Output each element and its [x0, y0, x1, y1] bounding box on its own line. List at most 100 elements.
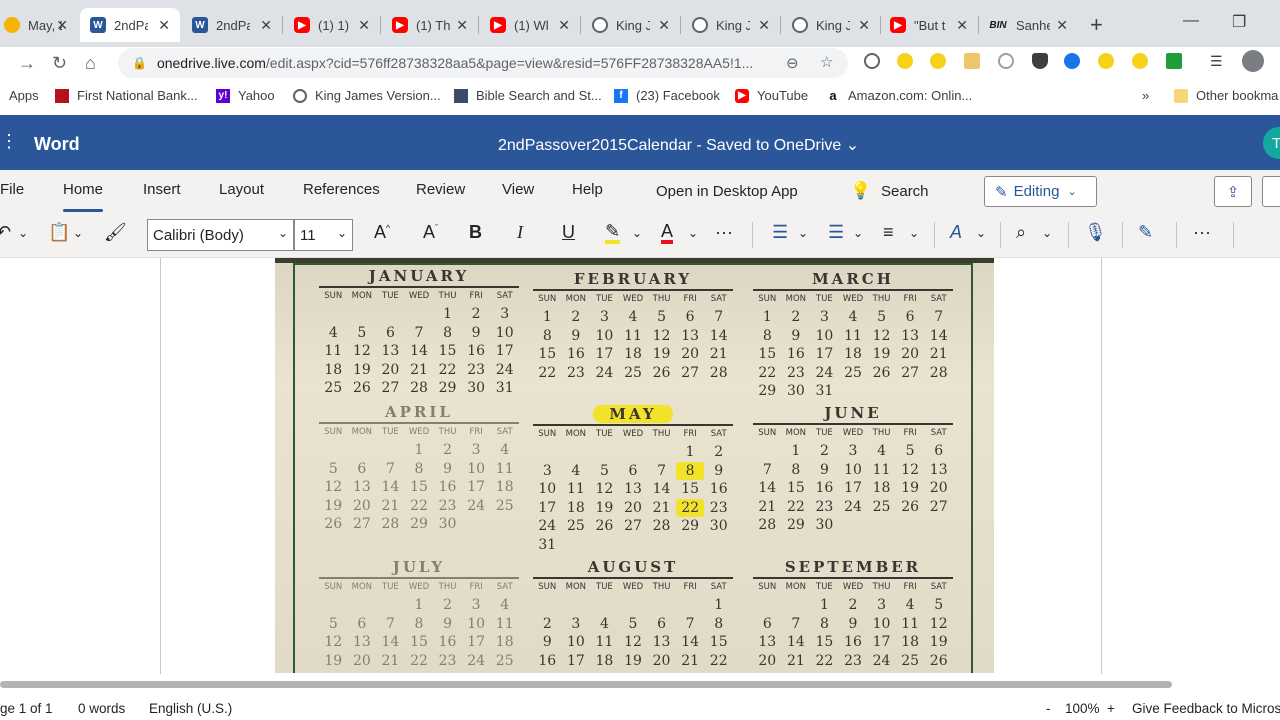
format-painter-icon[interactable]: 🖌 — [104, 222, 127, 243]
close-tab-icon[interactable]: ✕ — [858, 17, 870, 34]
profile-avatar-icon[interactable] — [1242, 50, 1264, 72]
close-tab-icon[interactable]: ✕ — [56, 17, 68, 34]
chevron-down-icon[interactable]: ⌄ — [798, 226, 808, 240]
tab-insert[interactable]: Insert — [143, 181, 181, 198]
home-icon[interactable]: ⌂ — [85, 53, 96, 74]
comments-button[interactable] — [1262, 176, 1280, 207]
close-tab-icon[interactable]: ✕ — [758, 17, 770, 34]
styles-icon[interactable]: A — [950, 222, 962, 243]
close-tab-icon[interactable]: ✕ — [1056, 17, 1068, 34]
italic-button[interactable]: I — [517, 222, 523, 243]
font-color-icon[interactable]: A — [661, 222, 674, 244]
browser-tab-active[interactable]: W 2ndPa ✕ — [80, 8, 180, 42]
browser-tab[interactable]: ▶ "But t ✕ — [880, 8, 978, 42]
chevron-down-icon[interactable]: ⌄ — [18, 226, 28, 240]
zoom-icon[interactable]: ⊖ — [786, 54, 799, 72]
editing-mode-button[interactable]: ✎ Editing ⌄ — [984, 176, 1097, 207]
document-title[interactable]: 2ndPassover2015Calendar - Saved to OneDr… — [498, 135, 859, 155]
browser-tab[interactable]: May, 2 ✕ — [0, 8, 78, 42]
extension-ring-icon[interactable] — [998, 53, 1014, 69]
font-size-dropdown[interactable]: 11 ⌄ — [294, 219, 353, 251]
bookmark-bible-search[interactable]: Bible Search and St... — [454, 88, 602, 103]
app-launcher-icon[interactable]: ⋮ — [0, 131, 18, 152]
url-bar[interactable]: 🔒 onedrive.live.com/edit.aspx?cid=576ff2… — [118, 48, 848, 78]
reload-icon[interactable]: ↻ — [52, 53, 67, 74]
bookmark-amazon[interactable]: a Amazon.com: Onlin... — [826, 88, 972, 103]
tab-review[interactable]: Review — [416, 181, 465, 198]
clipboard-icon[interactable]: 📋 — [48, 222, 70, 243]
more-options-icon[interactable]: ··· — [1193, 222, 1211, 243]
numbering-icon[interactable]: ☰ — [828, 222, 844, 243]
grow-font-icon[interactable]: A^ — [374, 222, 390, 243]
browser-tab[interactable]: King J ✕ — [682, 8, 780, 42]
browser-tab[interactable]: King J ✕ — [582, 8, 680, 42]
open-in-desktop-app-button[interactable]: Open in Desktop App — [656, 183, 798, 200]
tab-view[interactable]: View — [502, 181, 534, 198]
chevron-down-icon[interactable]: ⌄ — [1042, 226, 1052, 240]
close-tab-icon[interactable]: ✕ — [956, 17, 968, 34]
close-tab-icon[interactable]: ✕ — [456, 17, 468, 34]
extension-search-icon[interactable] — [864, 53, 880, 69]
bullets-icon[interactable]: ☰ — [772, 222, 788, 243]
media-control-icon[interactable]: ☰ — [1210, 53, 1226, 69]
editor-icon[interactable]: ✎ — [1138, 222, 1153, 243]
chevron-down-icon[interactable]: ⌄ — [632, 226, 642, 240]
search-button[interactable]: Search — [881, 183, 929, 200]
chevron-down-icon[interactable]: ⌄ — [688, 226, 698, 240]
close-tab-icon[interactable]: ✕ — [260, 17, 272, 34]
tab-help[interactable]: Help — [572, 181, 603, 198]
browser-tab[interactable]: W 2ndPa ✕ — [182, 8, 282, 42]
tab-home[interactable]: Home — [63, 181, 104, 212]
language-indicator[interactable]: English (U.S.) — [149, 701, 232, 716]
forward-icon[interactable]: → — [18, 53, 36, 74]
bold-button[interactable]: B — [469, 222, 482, 243]
bookmark-yahoo[interactable]: y! Yahoo — [216, 88, 275, 103]
shrink-font-icon[interactable]: Aˇ — [423, 222, 438, 243]
chevron-down-icon[interactable]: ⌄ — [909, 226, 919, 240]
user-avatar[interactable]: T — [1263, 127, 1280, 159]
zoom-out-button[interactable]: - — [1046, 701, 1051, 716]
highlighter-icon[interactable]: ✎ — [605, 222, 621, 244]
restore-icon[interactable]: ❐ — [1232, 12, 1246, 32]
close-tab-icon[interactable]: ✕ — [658, 17, 670, 34]
extension-box-icon[interactable] — [964, 53, 980, 69]
extension-home2-icon[interactable] — [1132, 53, 1148, 69]
font-name-dropdown[interactable]: Calibri (Body) ⌄ — [147, 219, 294, 251]
find-icon[interactable]: ⌕ — [1016, 222, 1026, 243]
app-name[interactable]: Word — [34, 134, 80, 155]
scrollbar-thumb[interactable] — [0, 681, 1172, 688]
new-tab-button[interactable]: + — [1090, 12, 1103, 38]
shield-icon[interactable] — [1032, 53, 1048, 69]
bookmark-star-icon[interactable]: ☆ — [820, 53, 833, 71]
browser-tab[interactable]: BIN Sanhe ✕ — [978, 8, 1078, 42]
checkmark-icon[interactable] — [1166, 53, 1182, 69]
close-tab-icon[interactable]: ✕ — [158, 17, 170, 34]
browser-tab[interactable]: King J ✕ — [782, 8, 880, 42]
chevron-down-icon[interactable]: ⌄ — [976, 226, 986, 240]
close-tab-icon[interactable]: ✕ — [558, 17, 570, 34]
dictate-microphone-icon[interactable]: 🎙 — [1084, 222, 1107, 243]
extension-home-icon[interactable] — [930, 53, 946, 69]
browser-tab[interactable]: ▶ (1) Th ✕ — [382, 8, 478, 42]
give-feedback-link[interactable]: Give Feedback to Micros — [1132, 701, 1280, 716]
bookmark-apps[interactable]: Apps — [9, 88, 39, 103]
minimize-icon[interactable]: — — [1183, 12, 1199, 30]
zoom-in-button[interactable]: + — [1107, 701, 1115, 716]
tab-layout[interactable]: Layout — [219, 181, 264, 198]
bookmarks-overflow[interactable]: » — [1142, 88, 1149, 103]
extension-yellow2-icon[interactable] — [1098, 53, 1114, 69]
chevron-down-icon[interactable]: ⌄ — [73, 226, 83, 240]
tab-file[interactable]: File — [0, 181, 24, 198]
bookmark-facebook[interactable]: f (23) Facebook — [614, 88, 720, 103]
browser-tab[interactable]: ▶ (1) Wl ✕ — [480, 8, 580, 42]
bookmark-kjv[interactable]: King James Version... — [293, 88, 441, 103]
bookmark-bank[interactable]: First National Bank... — [55, 88, 198, 103]
underline-button[interactable]: U — [562, 222, 575, 243]
undo-icon[interactable]: ↶ — [0, 222, 11, 243]
calendar-photo[interactable]: JANUARY SUN MON TUE WED THU FRI SAT 1 2 3 4 5 6 7 8 9 10 1… — [275, 258, 994, 673]
tab-references[interactable]: References — [303, 181, 380, 198]
bookmark-youtube[interactable]: ▶ YouTube — [735, 88, 808, 103]
zoom-level[interactable]: 100% — [1065, 701, 1100, 716]
align-icon[interactable]: ≡ — [883, 222, 894, 243]
more-font-options-icon[interactable]: ··· — [715, 222, 733, 243]
